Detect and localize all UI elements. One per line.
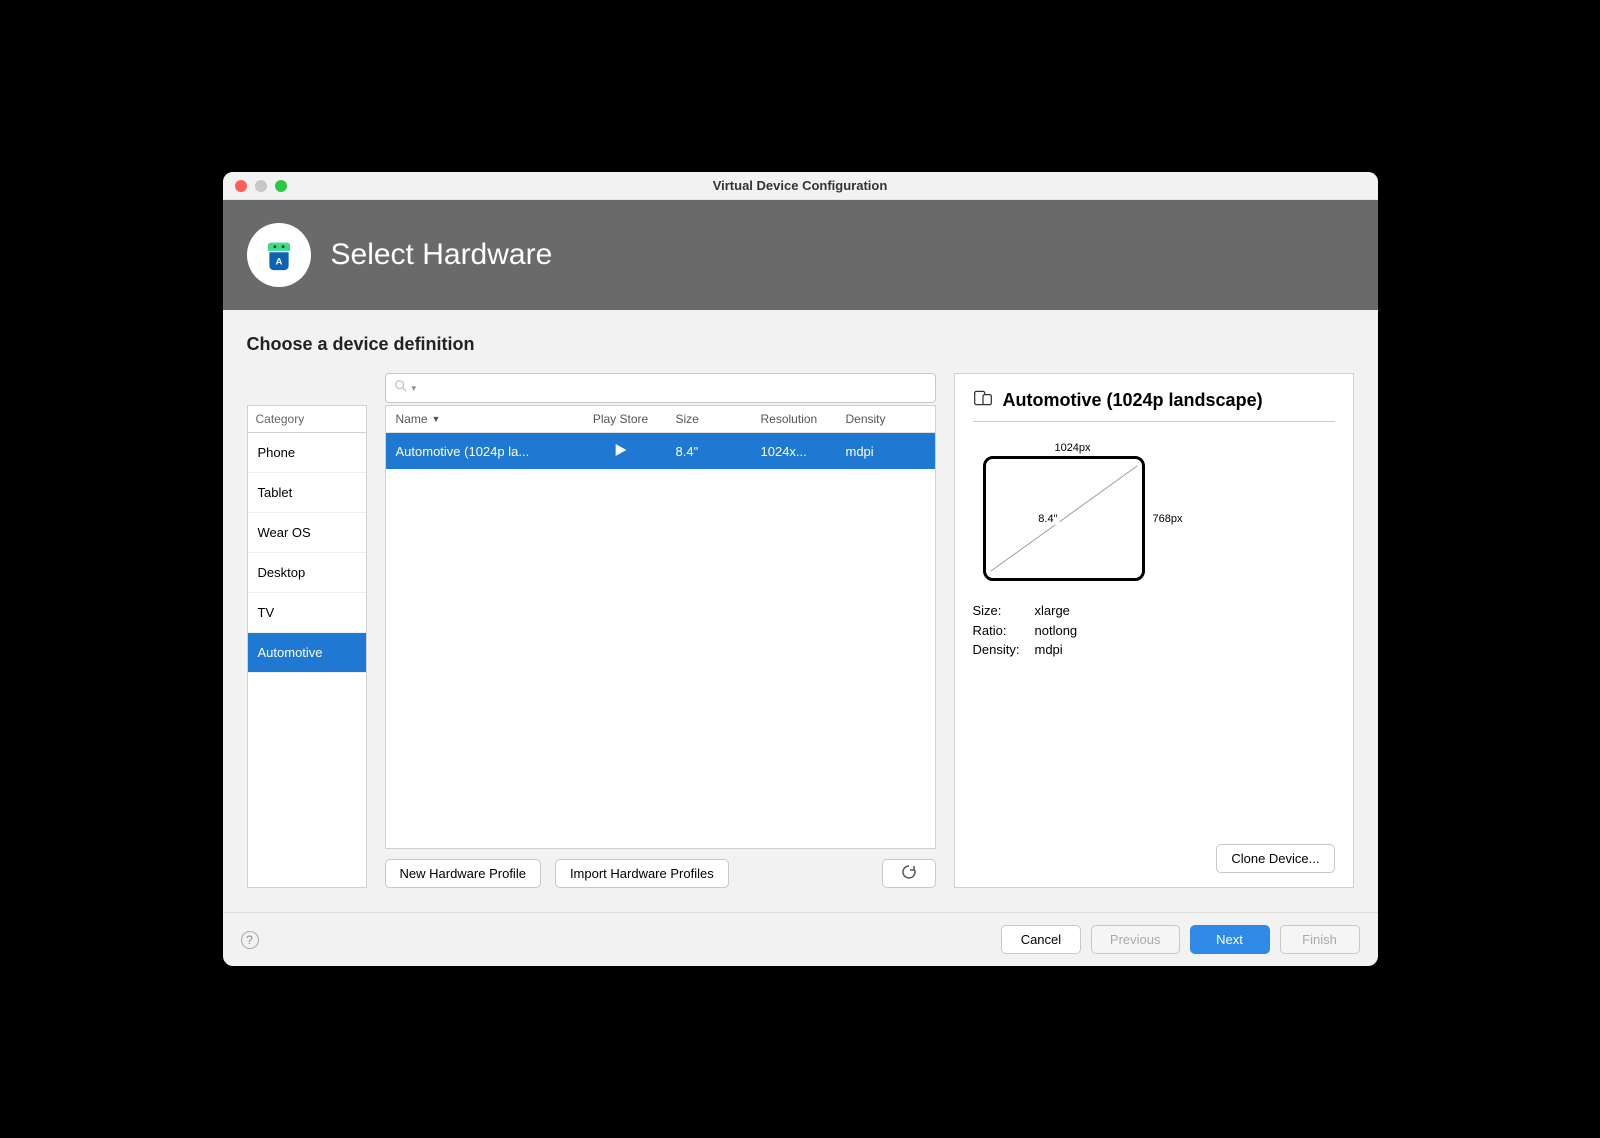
spec-list: Size:xlarge Ratio:notlong Density:mdpi — [973, 601, 1335, 660]
play-store-icon — [613, 442, 629, 458]
column-header-name[interactable]: Name ▼ — [386, 406, 576, 432]
spec-density: mdpi — [1035, 640, 1063, 660]
close-window-button[interactable] — [235, 180, 247, 192]
cell-resolution: 1024x... — [751, 436, 836, 467]
column-header-resolution[interactable]: Resolution — [751, 406, 836, 432]
titlebar: Virtual Device Configuration — [223, 172, 1378, 200]
screen-rect: 8.4" — [983, 456, 1145, 581]
minimize-window-button[interactable] — [255, 180, 267, 192]
previous-button[interactable]: Previous — [1091, 925, 1180, 954]
android-studio-icon: A — [247, 223, 311, 287]
dialog-window: Virtual Device Configuration A Select Ha… — [223, 172, 1378, 966]
column-header-size[interactable]: Size — [666, 406, 751, 432]
dimension-diagram: 1024px 8.4" 768px — [983, 442, 1183, 581]
category-item-tv[interactable]: TV — [248, 593, 366, 633]
refresh-button[interactable] — [882, 859, 936, 888]
window-title: Virtual Device Configuration — [223, 178, 1378, 193]
column-header-density[interactable]: Density — [836, 406, 916, 432]
spec-ratio: notlong — [1035, 621, 1078, 641]
cell-name: Automotive (1024p la... — [386, 436, 576, 467]
cell-play-store — [576, 434, 666, 469]
category-column: Category PhoneTabletWear OSDesktopTVAuto… — [247, 373, 367, 888]
traffic-lights — [235, 180, 287, 192]
table-header: Name ▼ Play Store Size Resolution Densit… — [386, 406, 935, 433]
content-area: Choose a device definition Category Phon… — [223, 310, 1378, 912]
diagonal-label: 8.4" — [1036, 513, 1059, 525]
cell-density: mdpi — [836, 436, 916, 467]
banner: A Select Hardware — [223, 200, 1378, 310]
finish-button[interactable]: Finish — [1280, 925, 1360, 954]
devices-icon — [973, 388, 993, 413]
category-header: Category — [247, 405, 367, 432]
refresh-icon — [901, 864, 917, 880]
chevron-down-icon[interactable]: ▾ — [412, 383, 417, 394]
width-label: 1024px — [963, 442, 1183, 454]
search-icon — [394, 379, 408, 398]
table-toolbar: New Hardware Profile Import Hardware Pro… — [385, 859, 936, 888]
sort-arrow-icon: ▼ — [432, 414, 441, 424]
category-item-tablet[interactable]: Tablet — [248, 473, 366, 513]
new-hardware-profile-button[interactable]: New Hardware Profile — [385, 859, 541, 888]
maximize-window-button[interactable] — [275, 180, 287, 192]
table-body: Automotive (1024p la... 8.4"1024x...mdpi — [386, 433, 935, 848]
spec-size: xlarge — [1035, 601, 1070, 621]
cell-size: 8.4" — [666, 436, 751, 467]
import-hardware-profiles-button[interactable]: Import Hardware Profiles — [555, 859, 729, 888]
device-preview-panel: Automotive (1024p landscape) 1024px 8.4"… — [954, 373, 1354, 888]
banner-title: Select Hardware — [331, 238, 553, 272]
category-item-desktop[interactable]: Desktop — [248, 553, 366, 593]
device-table: Name ▼ Play Store Size Resolution Densit… — [385, 405, 936, 849]
help-button[interactable]: ? — [241, 931, 259, 949]
category-item-phone[interactable]: Phone — [248, 433, 366, 473]
category-list: PhoneTabletWear OSDesktopTVAutomotive — [247, 432, 367, 888]
category-item-wear-os[interactable]: Wear OS — [248, 513, 366, 553]
device-table-column: ▾ Name ▼ Play Store Size Resolution Dens… — [385, 373, 936, 888]
next-button[interactable]: Next — [1190, 925, 1270, 954]
category-item-automotive[interactable]: Automotive — [248, 633, 366, 673]
svg-text:A: A — [275, 257, 282, 268]
column-header-play-store[interactable]: Play Store — [576, 406, 666, 432]
section-heading: Choose a device definition — [247, 334, 1354, 355]
table-row[interactable]: Automotive (1024p la... 8.4"1024x...mdpi — [386, 433, 935, 469]
search-input[interactable] — [420, 381, 926, 396]
dialog-footer: ? Cancel Previous Next Finish — [223, 912, 1378, 966]
height-label: 768px — [1153, 513, 1183, 525]
preview-title: Automotive (1024p landscape) — [1003, 390, 1263, 411]
clone-device-button[interactable]: Clone Device... — [1216, 844, 1334, 873]
search-field-wrap: ▾ — [385, 373, 936, 403]
cancel-button[interactable]: Cancel — [1001, 925, 1081, 954]
